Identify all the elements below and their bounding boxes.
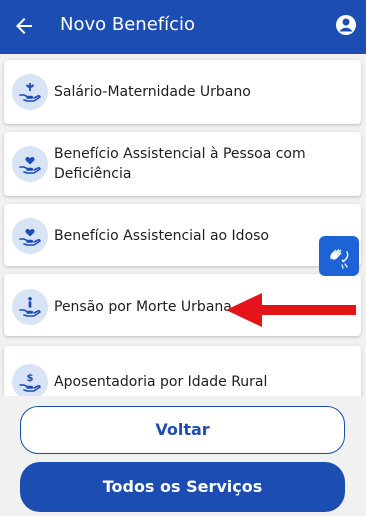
icon-circle: $: [12, 364, 48, 400]
all-services-button[interactable]: Todos os Serviços: [20, 462, 345, 512]
icon-circle: [12, 289, 48, 325]
back-button[interactable]: Voltar: [20, 406, 345, 454]
benefit-label: Benefício Assistencial à Pessoa com Defi…: [54, 146, 306, 182]
benefit-label: Aposentadoria por Idade Rural: [54, 374, 268, 390]
icon-circle: [12, 218, 48, 254]
hand-plant-icon: [19, 83, 41, 102]
arrow-left-icon[interactable]: [12, 14, 36, 38]
page-title: Novo Benefício: [60, 14, 196, 35]
benefit-item-aposentadoria-rural[interactable]: $ Aposentadoria por Idade Rural: [4, 346, 361, 402]
benefit-label: Benefício Assistencial ao Idoso: [54, 228, 269, 244]
sign-language-hands-icon: [330, 249, 349, 269]
benefit-list: Salário-Maternidade Urbano Benefício Ass…: [0, 54, 366, 402]
hand-person-icon: [19, 297, 41, 317]
footer-actions: Voltar Todos os Serviços: [0, 396, 366, 516]
hand-heart-icon: [19, 157, 41, 174]
hand-coin-icon: $: [19, 373, 41, 392]
benefit-item-assistencial-idoso[interactable]: Benefício Assistencial ao Idoso: [4, 204, 361, 266]
hand-heart-icon: [19, 229, 41, 246]
red-arrow-left-icon: [226, 293, 356, 327]
accessibility-button[interactable]: [319, 236, 359, 276]
benefit-item-salario-maternidade[interactable]: Salário-Maternidade Urbano: [4, 60, 361, 124]
benefit-item-assistencial-deficiencia[interactable]: Benefício Assistencial à Pessoa com Defi…: [4, 132, 361, 196]
svg-text:$: $: [27, 373, 34, 384]
icon-circle: [12, 146, 48, 182]
app-header: Novo Benefício: [0, 0, 366, 54]
user-circle-icon[interactable]: [334, 13, 358, 37]
benefit-label: Salário-Maternidade Urbano: [54, 84, 251, 100]
icon-circle: [12, 74, 48, 110]
